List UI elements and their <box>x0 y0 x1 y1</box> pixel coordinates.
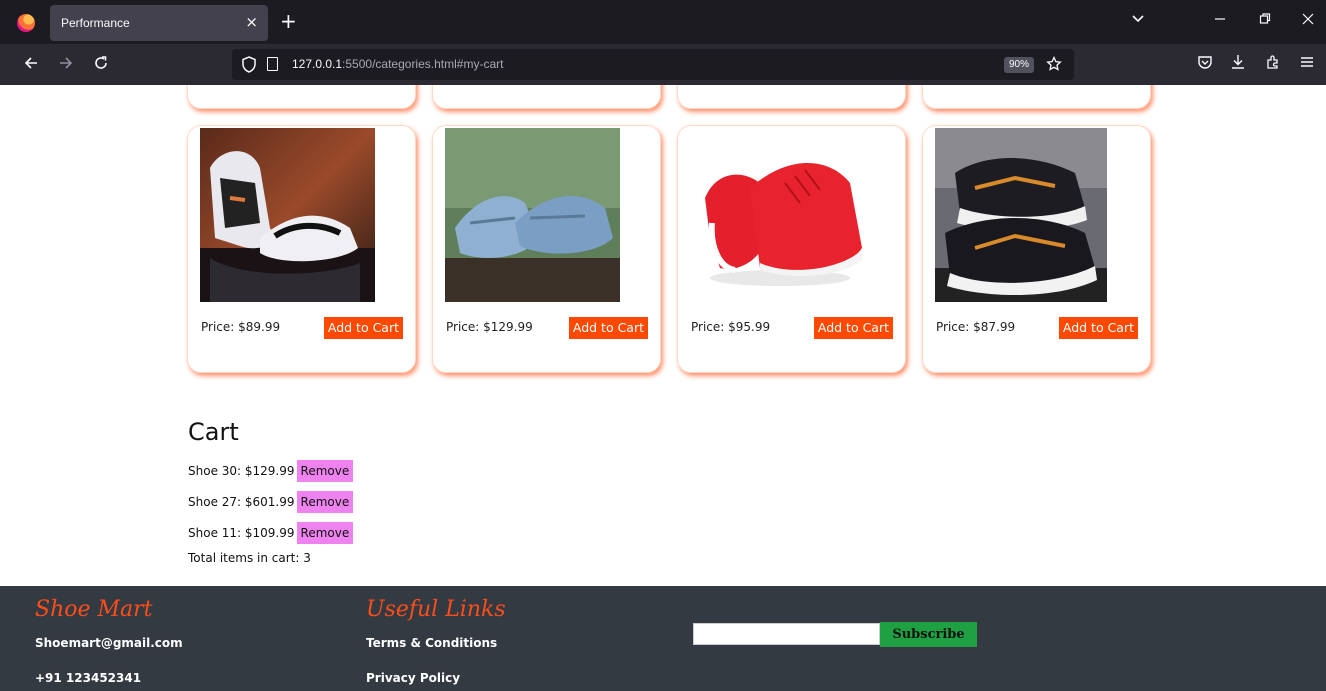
cart-item-label: Shoe 27: $601.99 <box>188 495 295 509</box>
pocket-icon[interactable] <box>1197 54 1213 74</box>
product-price: Price: $89.99 <box>201 320 281 334</box>
product-card: Price: $89.99 Add to Cart <box>187 125 416 373</box>
reload-icon[interactable] <box>93 55 109 75</box>
tab-close-icon[interactable]: × <box>245 13 258 31</box>
add-to-cart-button[interactable]: Add to Cart <box>1058 317 1138 339</box>
restore-icon[interactable] <box>1259 12 1271 31</box>
cart-item-label: Shoe 11: $109.99 <box>188 526 295 540</box>
back-arrow-icon[interactable] <box>23 55 39 75</box>
product-card: Price: $129.99 Add to Cart <box>432 125 661 373</box>
add-to-cart-button[interactable]: Add to Cart <box>813 317 893 339</box>
product-price: Price: $87.99 <box>936 320 1016 334</box>
page-content: Price: $89.99 Add to Cart Price: $129.99… <box>0 85 1326 586</box>
cart-heading: Cart <box>188 418 239 446</box>
footer-brand: Shoe Mart <box>35 597 153 622</box>
subscribe-button[interactable]: Subscribe <box>880 622 977 647</box>
browser-navigation-bar: 127.0.0.1:5500/categories.html#my-cart 9… <box>0 44 1326 85</box>
page-info-icon[interactable] <box>267 57 278 71</box>
product-card-partial <box>922 85 1151 109</box>
blue-sneaker-image <box>445 128 620 302</box>
minimize-icon[interactable] <box>1214 12 1226 31</box>
black-white-sneaker-image <box>200 128 375 302</box>
product-price: Price: $129.99 <box>446 320 533 334</box>
browser-tab-bar: Performance × + <box>0 0 1326 44</box>
black-orange-sneaker-image <box>935 128 1107 302</box>
tracking-protection-shield-icon[interactable] <box>242 56 256 73</box>
add-to-cart-button[interactable]: Add to Cart <box>323 317 403 339</box>
cart-item: Shoe 27: $601.99 Remove <box>188 491 354 513</box>
url-bar[interactable]: 127.0.0.1:5500/categories.html#my-cart 9… <box>232 49 1074 80</box>
cart-item: Shoe 11: $109.99 Remove <box>188 522 354 544</box>
url-text[interactable]: 127.0.0.1:5500/categories.html#my-cart <box>292 57 503 71</box>
downloads-icon[interactable] <box>1230 54 1246 74</box>
menu-hamburger-icon[interactable] <box>1300 54 1314 74</box>
new-tab-icon[interactable]: + <box>280 10 297 32</box>
product-card-partial <box>677 85 906 109</box>
product-card: Price: $87.99 Add to Cart <box>922 125 1151 373</box>
product-card-partial <box>432 85 661 109</box>
red-sneaker-image <box>690 128 865 302</box>
zoom-level-badge[interactable]: 90% <box>1004 57 1035 73</box>
product-card-partial <box>187 85 416 109</box>
tab-title: Performance <box>61 16 130 30</box>
url-path: :5500/categories.html#my-cart <box>342 57 504 71</box>
remove-button[interactable]: Remove <box>296 460 354 482</box>
footer-phone: +91 123452341 <box>35 671 142 685</box>
forward-arrow-icon[interactable] <box>58 55 74 75</box>
close-window-icon[interactable] <box>1302 12 1314 31</box>
add-to-cart-button[interactable]: Add to Cart <box>568 317 648 339</box>
cart-item-label: Shoe 30: $129.99 <box>188 464 295 478</box>
remove-button[interactable]: Remove <box>296 522 354 544</box>
firefox-logo-icon[interactable] <box>17 14 35 32</box>
footer-link-privacy[interactable]: Privacy Policy <box>366 671 460 685</box>
list-all-tabs-icon[interactable] <box>1131 12 1145 28</box>
cart-item: Shoe 30: $129.99 Remove <box>188 460 354 482</box>
footer-email: Shoemart@gmail.com <box>35 636 183 650</box>
footer-links-heading: Useful Links <box>366 597 506 622</box>
tab-performance[interactable]: Performance × <box>50 5 268 41</box>
bookmark-star-icon[interactable] <box>1046 53 1062 77</box>
product-card: Price: $95.99 Add to Cart <box>677 125 906 373</box>
extensions-icon[interactable] <box>1265 54 1281 74</box>
product-price: Price: $95.99 <box>691 320 771 334</box>
site-footer: Shoe Mart Shoemart@gmail.com +91 1234523… <box>0 586 1326 691</box>
subscribe-email-input[interactable] <box>693 623 880 645</box>
remove-button[interactable]: Remove <box>296 491 354 513</box>
cart-total: Total items in cart: 3 <box>188 551 311 565</box>
url-host: 127.0.0.1 <box>292 57 343 71</box>
footer-link-terms[interactable]: Terms & Conditions <box>366 636 497 650</box>
